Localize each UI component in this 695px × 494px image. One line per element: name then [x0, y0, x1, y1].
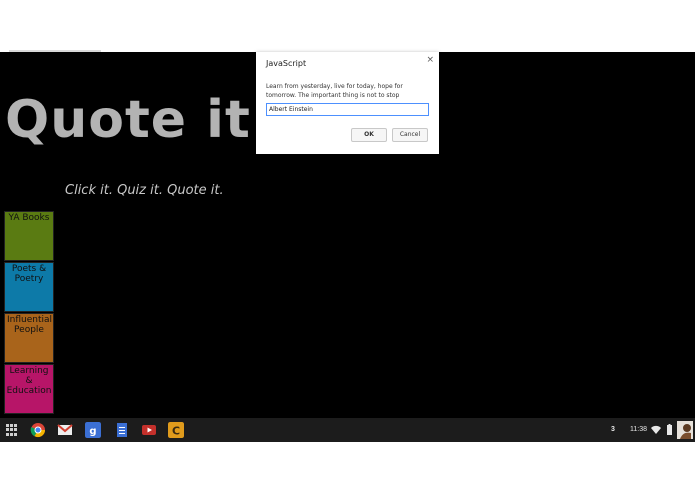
dialog-message: Learn from yesterday, live for today, ho…	[266, 83, 403, 99]
youtube-icon[interactable]	[141, 422, 157, 438]
bottom-margin	[0, 442, 695, 494]
category-tile-ya-books[interactable]: YA Books	[4, 211, 54, 261]
category-label: Poets & Poetry	[11, 264, 47, 284]
top-margin	[0, 0, 695, 52]
category-label: Influential People	[7, 315, 53, 335]
category-label: Learning & Education	[6, 366, 52, 396]
category-tile-influential-people[interactable]: Influential People	[4, 313, 54, 363]
battery-icon[interactable]	[667, 424, 672, 435]
category-tile-poets-poetry[interactable]: Poets & Poetry	[4, 262, 54, 312]
svg-text:g: g	[89, 426, 96, 437]
answer-input[interactable]	[266, 103, 429, 116]
notification-count[interactable]: 3	[611, 418, 615, 442]
svg-text:C: C	[172, 425, 180, 438]
wifi-icon[interactable]	[651, 425, 661, 434]
launcher-icon[interactable]	[6, 424, 18, 436]
javascript-prompt-dialog: JavaScript × Learn from yesterday, live …	[256, 52, 439, 154]
dialog-title: JavaScript	[266, 59, 307, 68]
chrome-icon[interactable]	[30, 422, 46, 438]
google-search-icon[interactable]: g	[85, 422, 101, 438]
page-tagline: Click it. Quiz it. Quote it.	[65, 183, 224, 198]
page-title: Quote it	[5, 90, 251, 150]
ok-button[interactable]: OK	[351, 128, 387, 142]
app-c-icon[interactable]: C	[168, 422, 184, 438]
close-icon[interactable]: ×	[426, 55, 434, 65]
docs-icon[interactable]	[114, 422, 130, 438]
cancel-button[interactable]: Cancel	[392, 128, 428, 142]
clock[interactable]: 11:38	[630, 418, 647, 442]
category-label: YA Books	[8, 213, 50, 223]
gmail-icon[interactable]	[57, 422, 73, 438]
avatar[interactable]	[677, 421, 693, 439]
taskbar-shelf: g C 3 11:38	[0, 418, 695, 442]
category-tile-learning-education[interactable]: Learning & Education	[4, 364, 54, 414]
